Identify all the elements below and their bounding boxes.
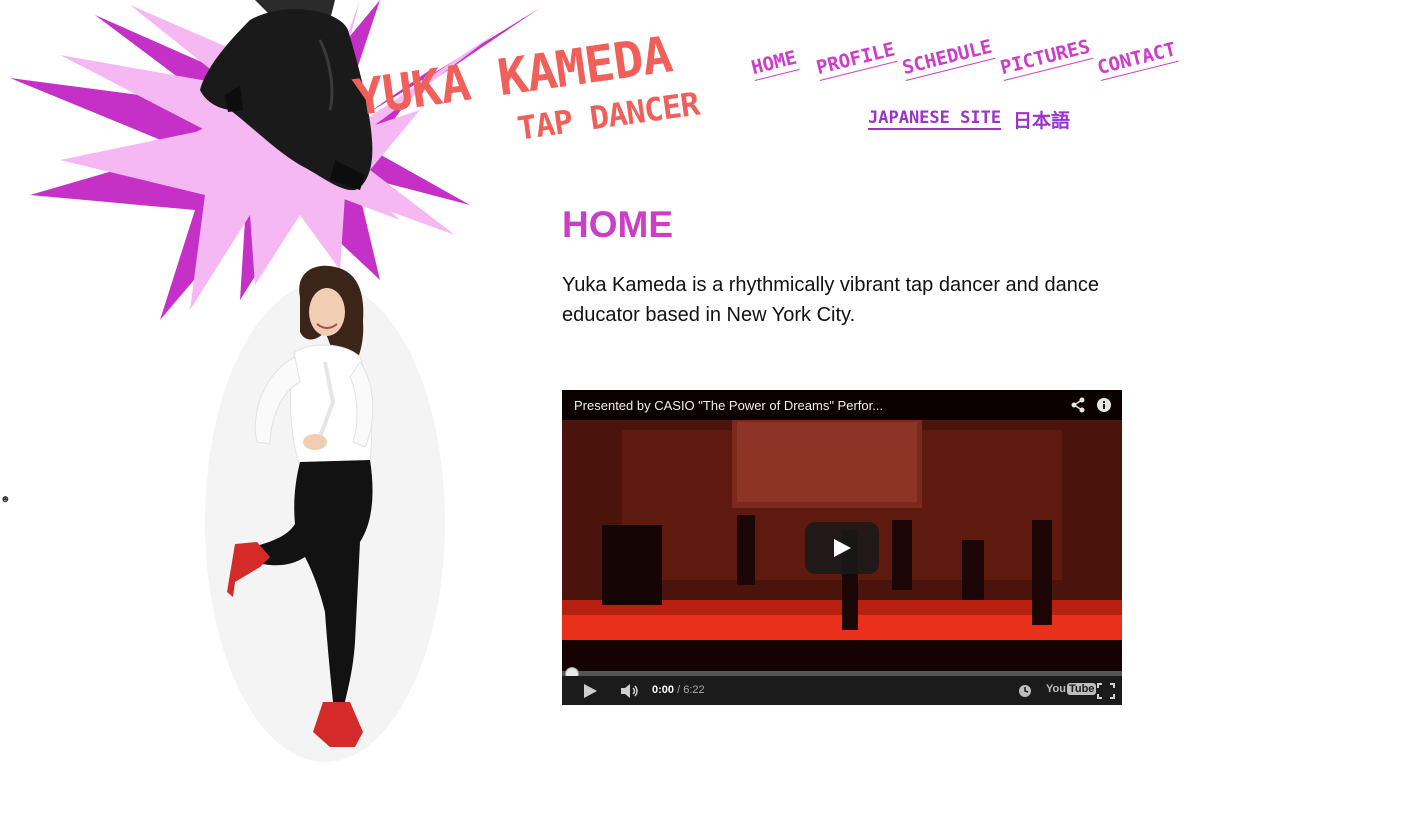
- site-logo[interactable]: YUKA KAMEDA TAP DANCER: [350, 25, 720, 150]
- page-title: HOME: [562, 204, 673, 245]
- dancer-photo: [205, 265, 445, 762]
- play-button[interactable]: [805, 522, 879, 574]
- nav-profile[interactable]: PROFILE: [814, 38, 898, 81]
- nav-contact[interactable]: CONTACT: [1095, 38, 1179, 81]
- video-duration: 6:22: [683, 684, 705, 696]
- clock-icon[interactable]: [1018, 684, 1032, 698]
- nav-schedule[interactable]: SCHEDULE: [900, 35, 995, 81]
- youtube-logo-you: You: [1046, 683, 1066, 695]
- youtube-logo-tube: Tube: [1066, 683, 1097, 695]
- info-icon[interactable]: [1096, 397, 1112, 413]
- video-current-time: 0:00: [652, 684, 675, 696]
- nav-pictures[interactable]: PICTURES: [998, 35, 1093, 81]
- nav-home[interactable]: HOME: [749, 46, 800, 81]
- share-icon[interactable]: [1070, 397, 1086, 413]
- youtube-logo[interactable]: You Tube: [1046, 683, 1097, 695]
- japanese-language-label[interactable]: 日本語: [1013, 106, 1070, 133]
- volume-icon[interactable]: [620, 683, 640, 699]
- play-icon[interactable]: [582, 683, 598, 699]
- video-title-bar: Presented by CASIO "The Power of Dreams"…: [562, 390, 1122, 420]
- video-player[interactable]: Presented by CASIO "The Power of Dreams"…: [562, 390, 1122, 705]
- video-time: 0:00 / 6:22: [652, 684, 705, 696]
- japanese-site-link[interactable]: JAPANESE SITE: [868, 108, 1002, 130]
- video-controls: 0:00 / 6:22 You Tube: [562, 676, 1122, 705]
- intro-text: Yuka Kameda is a rhythmically vibrant ta…: [562, 274, 1099, 326]
- video-time-separator: /: [677, 684, 681, 696]
- cursor-mark: ☻: [0, 494, 11, 505]
- video-title[interactable]: Presented by CASIO "The Power of Dreams"…: [574, 398, 883, 413]
- fullscreen-icon[interactable]: [1097, 683, 1115, 699]
- play-icon: [834, 539, 851, 557]
